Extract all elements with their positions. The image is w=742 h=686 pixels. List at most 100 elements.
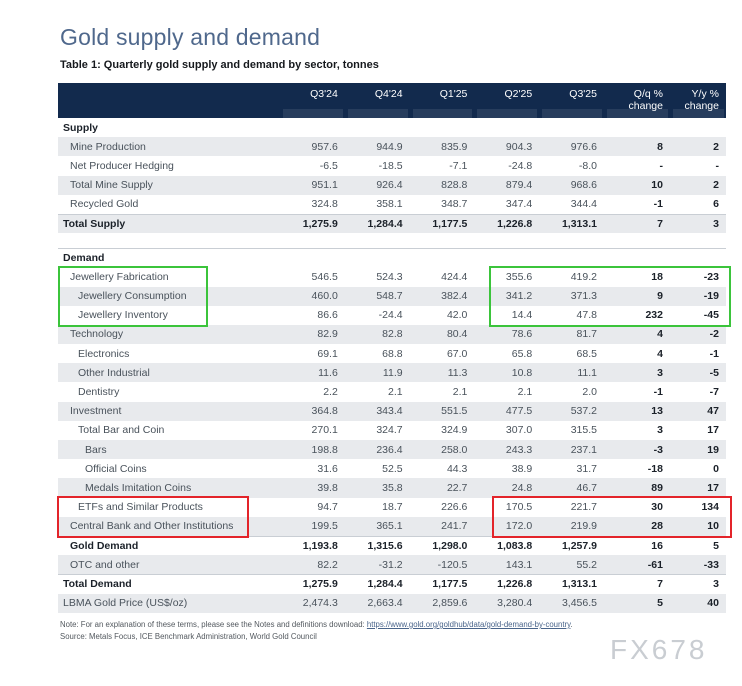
cell-value: 944.9	[345, 141, 410, 153]
cell-value: 835.9	[410, 141, 475, 153]
cell-value: 1,193.8	[280, 540, 345, 552]
cell-value: 4	[604, 348, 670, 360]
cell-value: 546.5	[280, 271, 345, 283]
table-row-net-producer-hedging: Net Producer Hedging-6.5-18.5-7.1-24.8-8…	[58, 156, 726, 175]
table-row-investment: Investment364.8343.4551.5477.5537.21347	[58, 402, 726, 421]
row-label: Central Bank and Other Institutions	[58, 520, 280, 532]
column-header-q2-25: Q2'25	[474, 83, 539, 118]
cell-value: 44.3	[410, 463, 475, 475]
row-label: Bars	[58, 444, 280, 456]
cell-value: 39.8	[280, 482, 345, 494]
cell-value: 5	[604, 597, 670, 609]
report-page: Gold supply and demand Table 1: Quarterl…	[0, 0, 742, 686]
cell-value: 2	[670, 179, 726, 191]
cell-value: 3	[604, 424, 670, 436]
row-label: Total Demand	[58, 578, 280, 590]
cell-value: 47.8	[539, 309, 604, 321]
column-header-q1-25: Q1'25	[410, 83, 475, 118]
row-label: Net Producer Hedging	[58, 160, 280, 172]
cell-value: 46.7	[539, 482, 604, 494]
cell-value: 14.4	[474, 309, 539, 321]
table-row-medals-imitation-coins: Medals Imitation Coins39.835.822.724.846…	[58, 478, 726, 497]
cell-value: 221.7	[539, 501, 604, 513]
row-label: Total Supply	[58, 218, 280, 230]
cell-value: 3	[670, 218, 726, 230]
cell-value: 926.4	[345, 179, 410, 191]
table-row-jewellery-fabrication: Jewellery Fabrication546.5524.3424.4355.…	[58, 267, 726, 286]
cell-value: -18	[604, 463, 670, 475]
table-row-official-coins: Official Coins31.652.544.338.931.7-180	[58, 459, 726, 478]
table-row-total-demand: Total Demand1,275.91,284.41,177.51,226.8…	[58, 574, 726, 593]
cell-value: 343.4	[345, 405, 410, 417]
cell-value: -	[604, 160, 670, 172]
cell-value: 7	[604, 218, 670, 230]
cell-value: -8.0	[539, 160, 604, 172]
cell-value: 904.3	[474, 141, 539, 153]
cell-value: 8	[604, 141, 670, 153]
cell-value: 976.6	[539, 141, 604, 153]
cell-value: 1,226.8	[474, 218, 539, 230]
table-row-electronics: Electronics69.168.867.065.868.54-1	[58, 344, 726, 363]
cell-value: 170.5	[474, 501, 539, 513]
cell-value: 1,275.9	[280, 578, 345, 590]
cell-value: -120.5	[410, 559, 475, 571]
page-title: Gold supply and demand	[60, 24, 320, 51]
cell-value: 307.0	[474, 424, 539, 436]
cell-value: 18	[604, 271, 670, 283]
cell-value: -1	[670, 348, 726, 360]
cell-value: -2	[670, 328, 726, 340]
cell-value: 2.1	[410, 386, 475, 398]
table-row-total-bar-and-coin: Total Bar and Coin270.1324.7324.9307.031…	[58, 421, 726, 440]
cell-value: 68.5	[539, 348, 604, 360]
column-header-y-y: Y/y %change	[670, 83, 726, 118]
cell-value: 382.4	[410, 290, 475, 302]
cell-value: 364.8	[280, 405, 345, 417]
cell-value: 172.0	[474, 520, 539, 532]
table-caption: Table 1: Quarterly gold supply and deman…	[60, 59, 379, 71]
cell-value: 371.3	[539, 290, 604, 302]
cell-value: -1	[604, 386, 670, 398]
cell-value: 69.1	[280, 348, 345, 360]
cell-value: 241.7	[410, 520, 475, 532]
cell-value: 1,257.9	[539, 540, 604, 552]
cell-value: 1,177.5	[410, 578, 475, 590]
cell-value: -23	[670, 271, 726, 283]
cell-value: 355.6	[474, 271, 539, 283]
cell-value: -6.5	[280, 160, 345, 172]
row-label: Electronics	[58, 348, 280, 360]
table-row-jewellery-inventory: Jewellery Inventory86.6-24.442.014.447.8…	[58, 306, 726, 325]
cell-value: -1	[604, 198, 670, 210]
row-label: Total Mine Supply	[58, 179, 280, 191]
cell-value: 1,315.6	[345, 540, 410, 552]
footnote-link[interactable]: https://www.gold.org/goldhub/data/gold-d…	[367, 620, 571, 629]
row-label: LBMA Gold Price (US$/oz)	[58, 597, 280, 609]
cell-value: 243.3	[474, 444, 539, 456]
cell-value: 55.2	[539, 559, 604, 571]
cell-value: 3	[670, 578, 726, 590]
cell-value: 236.4	[345, 444, 410, 456]
cell-value: -18.5	[345, 160, 410, 172]
cell-value: 365.1	[345, 520, 410, 532]
cell-value: 40	[670, 597, 726, 609]
cell-value: 1,298.0	[410, 540, 475, 552]
cell-value: 341.2	[474, 290, 539, 302]
cell-value: 11.3	[410, 367, 475, 379]
table-row-gold-demand: Gold Demand1,193.81,315.61,298.01,083.81…	[58, 536, 726, 555]
cell-value: 22.7	[410, 482, 475, 494]
cell-value: 28	[604, 520, 670, 532]
cell-value: 424.4	[410, 271, 475, 283]
cell-value: 10.8	[474, 367, 539, 379]
cell-value: 2,859.6	[410, 597, 475, 609]
table-row-lbma-gold-price-us-oz: LBMA Gold Price (US$/oz)2,474.32,663.42,…	[58, 594, 726, 613]
row-label: Medals Imitation Coins	[58, 482, 280, 494]
cell-value: 5	[670, 540, 726, 552]
cell-value: 17	[670, 482, 726, 494]
cell-value: -45	[670, 309, 726, 321]
table-row-bars: Bars198.8236.4258.0243.3237.1-319	[58, 440, 726, 459]
column-header-q4-24: Q4'24	[345, 83, 410, 118]
cell-value: 2,663.4	[345, 597, 410, 609]
cell-value: 17	[670, 424, 726, 436]
row-label: Official Coins	[58, 463, 280, 475]
column-header-q3-24: Q3'24	[280, 83, 345, 118]
cell-value: 460.0	[280, 290, 345, 302]
